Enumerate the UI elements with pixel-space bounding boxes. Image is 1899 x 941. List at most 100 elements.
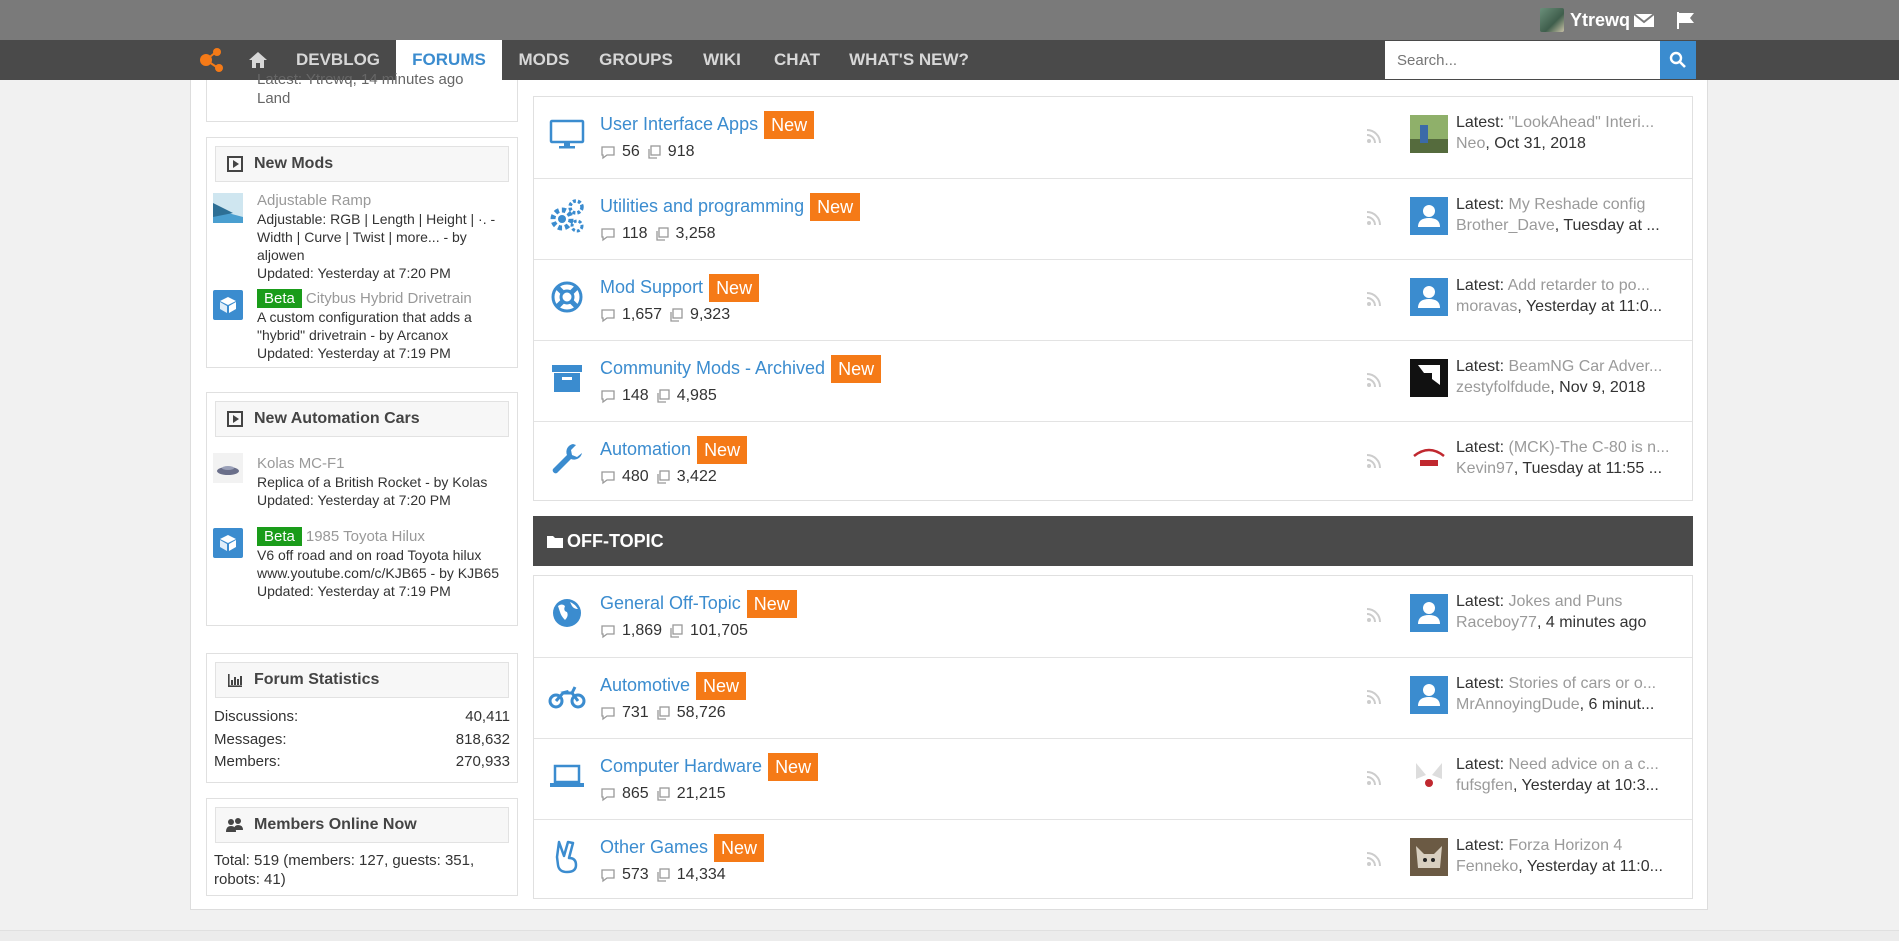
latest-thread-link[interactable]: BeamNG Car Adver... <box>1508 358 1662 375</box>
rss-icon[interactable] <box>1366 291 1382 307</box>
latest-user-link[interactable]: Brother_Dave <box>1456 217 1555 234</box>
nav-groups[interactable]: GROUPS <box>590 40 682 80</box>
messages-icon <box>657 706 670 720</box>
latest-thread-link[interactable]: Stories of cars or o... <box>1508 675 1656 692</box>
user-menu[interactable]: Ytrewq <box>1539 8 1630 32</box>
forum-counts: 1,657 9,323 <box>600 306 730 324</box>
envelope-icon[interactable] <box>1632 10 1656 30</box>
latest-user-link[interactable]: MrAnnoyingDude <box>1456 696 1580 713</box>
messages-icon <box>657 389 670 403</box>
rss-icon[interactable] <box>1366 607 1382 623</box>
messages-icon <box>657 470 670 484</box>
latest-user-link[interactable]: moravas <box>1456 298 1517 315</box>
latest-user-link[interactable]: Raceboy77 <box>1456 614 1537 631</box>
nav-chat[interactable]: CHAT <box>764 40 830 80</box>
mod-name[interactable]: Adjustable Ramp <box>257 192 507 210</box>
forum-title[interactable]: Other Games New <box>600 834 765 862</box>
forum-row: Mod Support New 1,657 9,323 Latest: Add r… <box>534 259 1692 340</box>
car-name[interactable]: 1985 Toyota Hilux <box>306 528 425 545</box>
rss-icon[interactable] <box>1366 128 1382 144</box>
folder-icon <box>547 536 563 548</box>
latest-user-link[interactable]: zestyfolfdude <box>1456 379 1550 396</box>
user-avatar[interactable] <box>1410 359 1448 397</box>
car-thumbnail[interactable] <box>213 453 243 483</box>
forum-title[interactable]: Automotive New <box>600 672 747 700</box>
car-item: Beta 1985 Toyota Hilux V6 off road and on… <box>257 527 507 600</box>
rss-icon[interactable] <box>1366 851 1382 867</box>
thread-count: 865 <box>622 785 649 802</box>
category-header[interactable]: OFF-TOPIC <box>533 516 1693 566</box>
motorcycle-icon <box>548 686 586 709</box>
forum-title[interactable]: Automation New <box>600 436 748 464</box>
user-avatar[interactable] <box>1410 838 1448 876</box>
new-automation-title: New Automation Cars <box>254 410 420 427</box>
forum-title[interactable]: Computer Hardware New <box>600 753 819 781</box>
new-mods-box: New Mods Adjustable Ramp Adjustable: RGB… <box>206 137 518 368</box>
latest-thread-link[interactable]: "LookAhead" Interi... <box>1508 114 1654 131</box>
new-badge: New <box>697 436 748 464</box>
forum-title[interactable]: Utilities and programming New <box>600 193 861 221</box>
default-avatar[interactable] <box>1410 594 1448 632</box>
beta-badge: Beta <box>257 289 302 308</box>
latest-user-link[interactable]: Fenneko <box>1456 858 1518 875</box>
nav-whats-new[interactable]: WHAT'S NEW? <box>842 40 976 80</box>
stat-label: Members: <box>214 753 281 770</box>
home-icon[interactable] <box>248 50 268 70</box>
search-input[interactable] <box>1385 41 1660 79</box>
car-item: Kolas MC-F1 Replica of a British Rocket … <box>257 455 507 509</box>
forum-title[interactable]: Mod Support New <box>600 274 760 302</box>
rss-icon[interactable] <box>1366 689 1382 705</box>
rss-icon[interactable] <box>1366 453 1382 469</box>
forum-row: Community Mods - Archived New 148 4,985 L… <box>534 340 1692 421</box>
message-count: 918 <box>667 143 695 160</box>
new-badge: New <box>746 590 797 618</box>
latest-meta: Fenneko, Yesterday at 11:0... <box>1456 858 1663 875</box>
default-avatar[interactable] <box>1410 676 1448 714</box>
user-avatar[interactable] <box>1410 440 1448 478</box>
nav-wiki[interactable]: WIKI <box>692 40 752 80</box>
site-logo[interactable] <box>198 46 228 74</box>
user-avatar[interactable] <box>1410 115 1448 153</box>
stat-row: Messages: 818,632 <box>214 731 510 751</box>
car-name[interactable]: Kolas MC-F1 <box>257 455 507 473</box>
members-online-title: Members Online Now <box>254 816 417 833</box>
forum-counts: 118 3,258 <box>600 225 716 243</box>
rss-icon[interactable] <box>1366 210 1382 226</box>
forum-title[interactable]: General Off-Topic New <box>600 590 797 618</box>
username: Ytrewq <box>1569 9 1630 30</box>
stat-row: Members: 270,933 <box>214 753 510 773</box>
play-square-icon <box>227 156 243 172</box>
latest-thread-link[interactable]: (MCK)-The C-80 is n... <box>1508 439 1669 456</box>
rss-icon[interactable] <box>1366 770 1382 786</box>
search-button[interactable] <box>1660 41 1696 79</box>
latest-thread-link[interactable]: Add retarder to po... <box>1508 277 1650 294</box>
message-count: 21,215 <box>676 785 726 802</box>
bar-chart-icon <box>228 674 242 687</box>
cube-icon[interactable] <box>213 290 243 320</box>
peace-hand-icon <box>555 840 578 874</box>
latest-post: Latest: My Reshade config <box>1456 196 1646 213</box>
mod-thumbnail[interactable] <box>213 193 243 223</box>
latest-meta: Brother_Dave, Tuesday at ... <box>1456 217 1660 234</box>
flag-icon[interactable] <box>1674 10 1698 30</box>
forum-title[interactable]: User Interface Apps New <box>600 111 815 139</box>
mod-name[interactable]: Citybus Hybrid Drivetrain <box>306 290 472 307</box>
default-avatar[interactable] <box>1410 197 1448 235</box>
latest-thread-link[interactable]: Jokes and Puns <box>1508 593 1622 610</box>
latest-user-link[interactable]: Neo <box>1456 135 1485 152</box>
latest-user-link[interactable]: fufsgfen <box>1456 777 1513 794</box>
new-badge: New <box>768 753 819 781</box>
mod-description: A custom configuration that adds a "hybr… <box>257 309 472 343</box>
latest-thread-link[interactable]: Forza Horizon 4 <box>1508 837 1622 854</box>
latest-thread-link[interactable]: My Reshade config <box>1508 196 1645 213</box>
latest-post: Latest: Need advice on a c... <box>1456 756 1659 773</box>
latest-thread-link[interactable]: Need advice on a c... <box>1508 756 1658 773</box>
user-avatar[interactable] <box>1410 757 1448 795</box>
nav-mods[interactable]: MODS <box>508 40 580 80</box>
messages-icon <box>670 624 683 638</box>
cube-icon[interactable] <box>213 528 243 558</box>
forum-title[interactable]: Community Mods - Archived New <box>600 355 882 383</box>
latest-user-link[interactable]: Kevin97 <box>1456 460 1514 477</box>
rss-icon[interactable] <box>1366 372 1382 388</box>
default-avatar[interactable] <box>1410 278 1448 316</box>
